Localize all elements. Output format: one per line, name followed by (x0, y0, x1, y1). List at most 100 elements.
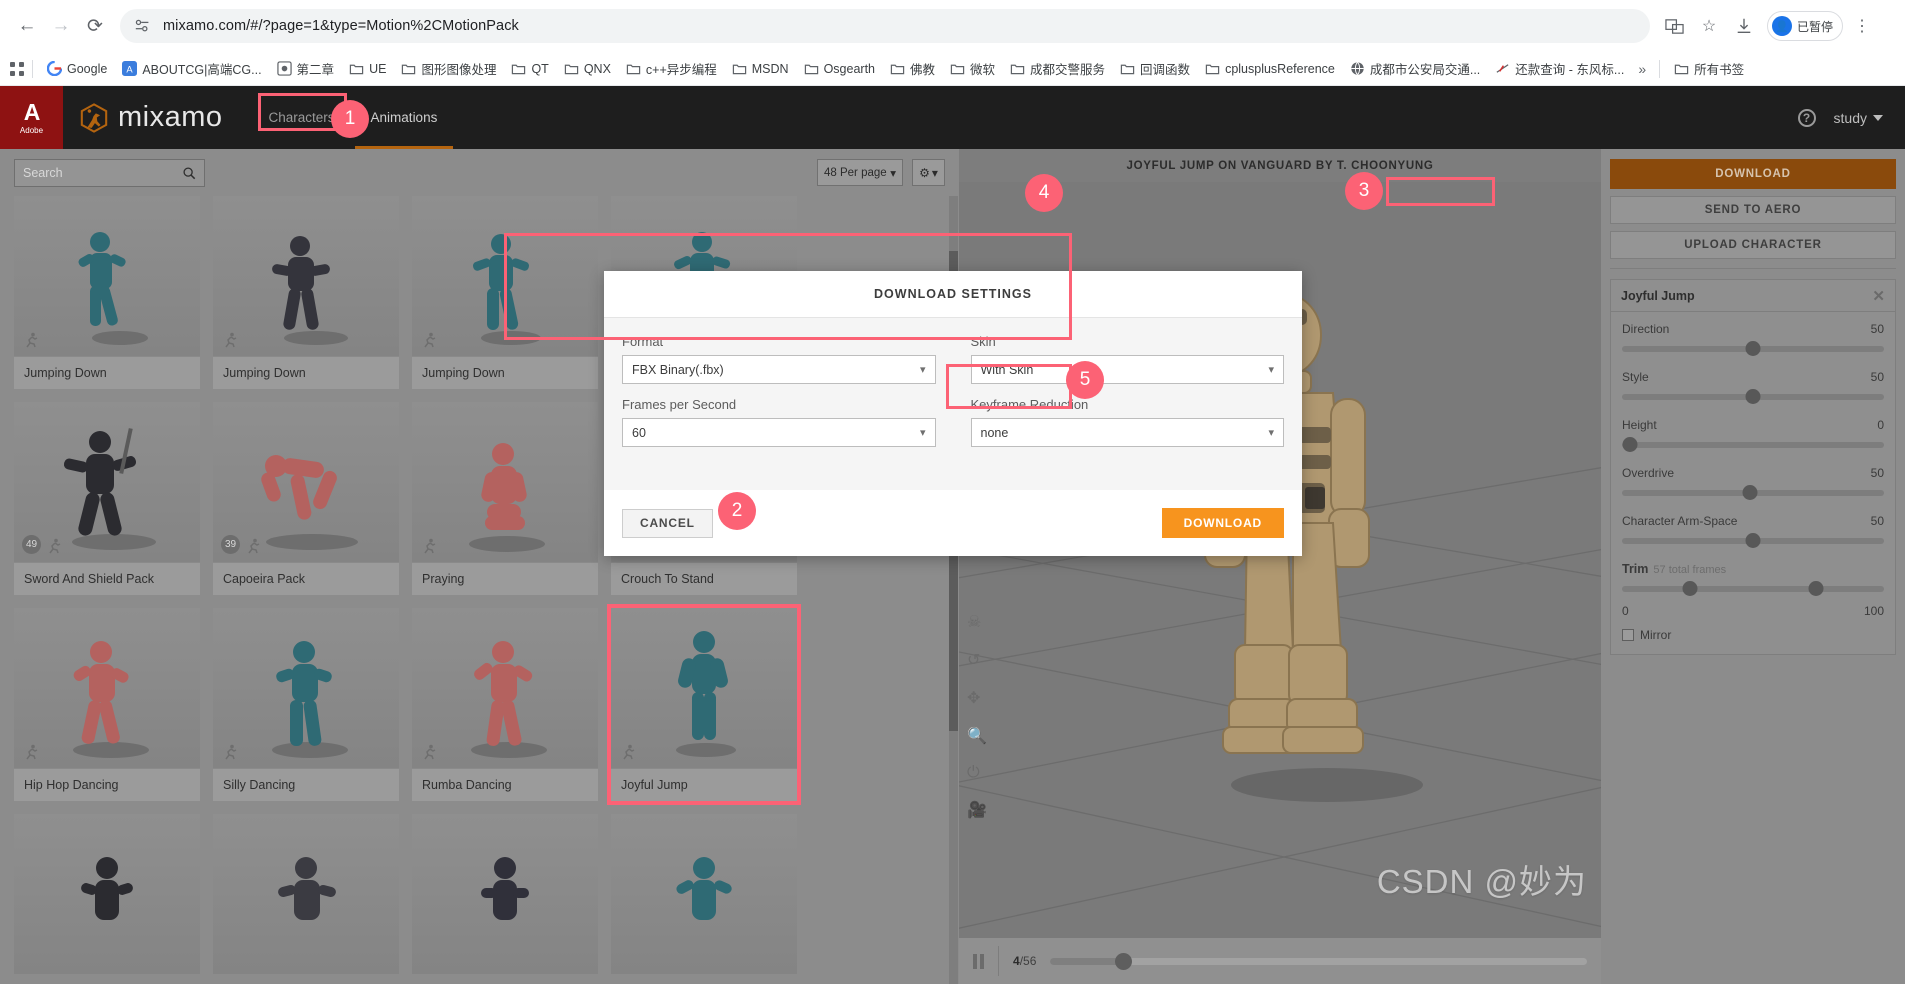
mirror-row[interactable]: Mirror (1622, 628, 1884, 642)
chevron-down-icon: ▾ (1268, 427, 1274, 439)
bookmark-qt[interactable]: QT (504, 58, 555, 79)
all-bookmarks-button[interactable]: 所有书签 (1667, 56, 1751, 81)
character-figure (472, 234, 541, 345)
slider-knob[interactable] (1745, 533, 1761, 548)
animation-card[interactable]: Jumping Down (14, 196, 200, 389)
keyframe-reduction-select[interactable]: none ▾ (970, 418, 1284, 447)
zoom-icon[interactable]: 🔍 (967, 726, 987, 746)
search-box[interactable] (14, 158, 205, 187)
slider-knob[interactable] (1745, 341, 1761, 356)
animation-card[interactable] (213, 814, 399, 974)
animation-card[interactable]: Silly Dancing (213, 608, 399, 801)
format-select[interactable]: FBX Binary(.fbx) ▾ (622, 355, 936, 384)
bookmark-chengdu-police[interactable]: 成都市公安局交通... (1343, 56, 1487, 81)
bookmark-chapter2[interactable]: 第二章 (270, 56, 342, 81)
bookmark-graphics[interactable]: 图形图像处理 (394, 56, 503, 81)
playbar-divider (998, 946, 999, 976)
bookmark-repayment-query[interactable]: 还款查询 - 东风标... (1488, 56, 1631, 81)
per-page-select[interactable]: 48 Per page ▾ (817, 159, 903, 186)
animation-card[interactable]: Hip Hop Dancing (14, 608, 200, 801)
cancel-button[interactable]: CANCEL (622, 508, 713, 538)
properties-body: Direction 50 Style 50 Height 0 Overdrive… (1611, 312, 1895, 654)
trim-start-knob[interactable] (1682, 581, 1698, 596)
reload-icon[interactable]: ⟳ (78, 9, 112, 43)
close-icon[interactable]: ✕ (1872, 287, 1885, 305)
power-icon[interactable]: ⏻ (967, 764, 987, 782)
bookmarks-overflow-icon[interactable]: » (1632, 61, 1652, 77)
send-to-aero-button[interactable]: SEND TO AERO (1610, 196, 1896, 224)
user-menu[interactable]: study (1834, 110, 1883, 126)
bookmark-google[interactable]: Google (40, 58, 114, 79)
slider-knob[interactable] (1622, 437, 1638, 452)
bookmark-label: 回调函数 (1140, 63, 1191, 77)
download-icon[interactable] (1728, 10, 1760, 42)
forward-arrow-icon[interactable]: → (44, 9, 78, 43)
arm-space-slider[interactable] (1622, 533, 1884, 550)
animation-card[interactable] (611, 814, 797, 974)
bookmark-microsoft[interactable]: 微软 (943, 56, 1002, 81)
animation-card[interactable]: Jumping Down (412, 196, 598, 389)
help-icon[interactable]: ? (1797, 108, 1816, 127)
bookmark-cpp-async[interactable]: c++异步编程 (619, 56, 724, 81)
fps-select[interactable]: 60 ▾ (622, 418, 936, 447)
site-settings-icon[interactable] (134, 17, 152, 35)
bookmark-label: 第二章 (296, 63, 335, 77)
bookmark-cplusplusreference[interactable]: cplusplusReference (1198, 58, 1342, 79)
animation-card[interactable]: Rumba Dancing (412, 608, 598, 801)
grid-settings-button[interactable]: ⚙ ▾ (912, 159, 945, 186)
tab-animations[interactable]: Animations (354, 86, 454, 149)
mixamo-brand[interactable]: mixamo (79, 101, 223, 134)
profile-button[interactable]: 👤 已暂停 (1767, 11, 1844, 41)
trim-slider[interactable] (1622, 581, 1884, 598)
skull-icon[interactable]: ☠ (967, 612, 987, 632)
bookmark-callback[interactable]: 回调函数 (1113, 56, 1197, 81)
bookmark-osgearth[interactable]: Osgearth (797, 58, 882, 79)
pause-icon[interactable] (973, 953, 984, 969)
animation-card[interactable]: Jumping Down (213, 196, 399, 389)
user-label: study (1833, 109, 1867, 126)
slider-knob[interactable] (1742, 485, 1758, 500)
modal-body: Format FBX Binary(.fbx) ▾ Skin With Skin… (604, 318, 1302, 490)
trim-end-knob[interactable] (1808, 581, 1824, 596)
bookmark-qnx[interactable]: QNX (557, 58, 618, 79)
animation-card[interactable]: Praying (412, 402, 598, 595)
search-icon[interactable] (182, 166, 196, 180)
skin-select[interactable]: With Skin ▾ (970, 355, 1284, 384)
card-label: Crouch To Stand (611, 562, 797, 595)
animation-card-selected[interactable]: Joyful Jump (607, 604, 801, 805)
direction-slider[interactable] (1622, 341, 1884, 358)
bookmark-ue[interactable]: UE (342, 58, 393, 79)
upload-character-button[interactable]: UPLOAD CHARACTER (1610, 231, 1896, 259)
bookmark-chengdu-traffic[interactable]: 成都交警服务 (1003, 56, 1112, 81)
back-arrow-icon[interactable]: ← (10, 9, 44, 43)
overdrive-slider[interactable] (1622, 485, 1884, 502)
adobe-logo-text: Adobe (19, 125, 44, 135)
run-icon (623, 744, 635, 760)
bookmark-divider-2 (1659, 59, 1661, 78)
kebab-menu-icon[interactable]: ⋮ (1846, 10, 1878, 42)
address-bar[interactable]: mixamo.com/#/?page=1&type=Motion%2CMotio… (120, 9, 1650, 43)
search-input[interactable] (23, 165, 173, 180)
apps-grid-icon[interactable] (9, 61, 25, 77)
height-slider[interactable] (1622, 437, 1884, 454)
download-button[interactable]: DOWNLOAD (1610, 159, 1896, 189)
animation-card[interactable]: 39 Capoeira Pack (213, 402, 399, 595)
video-camera-icon[interactable]: 🎥 (967, 800, 987, 820)
bookmark-aboutcg[interactable]: A ABOUTCG|高端CG... (115, 56, 268, 81)
slider-knob[interactable] (1745, 389, 1761, 404)
bookmark-buddhism[interactable]: 佛教 (883, 56, 942, 81)
animation-card[interactable] (412, 814, 598, 974)
playback-scrubber[interactable] (1050, 952, 1587, 970)
undo-icon[interactable]: ↺ (967, 650, 987, 670)
star-icon[interactable]: ☆ (1693, 10, 1725, 42)
mirror-checkbox[interactable] (1622, 629, 1634, 641)
modal-download-button[interactable]: DOWNLOAD (1161, 508, 1284, 538)
animation-card[interactable] (14, 814, 200, 974)
playback-knob[interactable] (1114, 952, 1132, 970)
translate-icon[interactable] (1658, 10, 1690, 42)
style-slider[interactable] (1622, 389, 1884, 406)
animation-card[interactable]: 49 Sword And Shield Pack (14, 402, 200, 595)
browser-toolbar: ← → ⟳ mixamo.com/#/?page=1&type=Motion%2… (0, 0, 1905, 52)
move-icon[interactable]: ✥ (967, 688, 987, 708)
bookmark-msdn[interactable]: MSDN (725, 58, 796, 79)
